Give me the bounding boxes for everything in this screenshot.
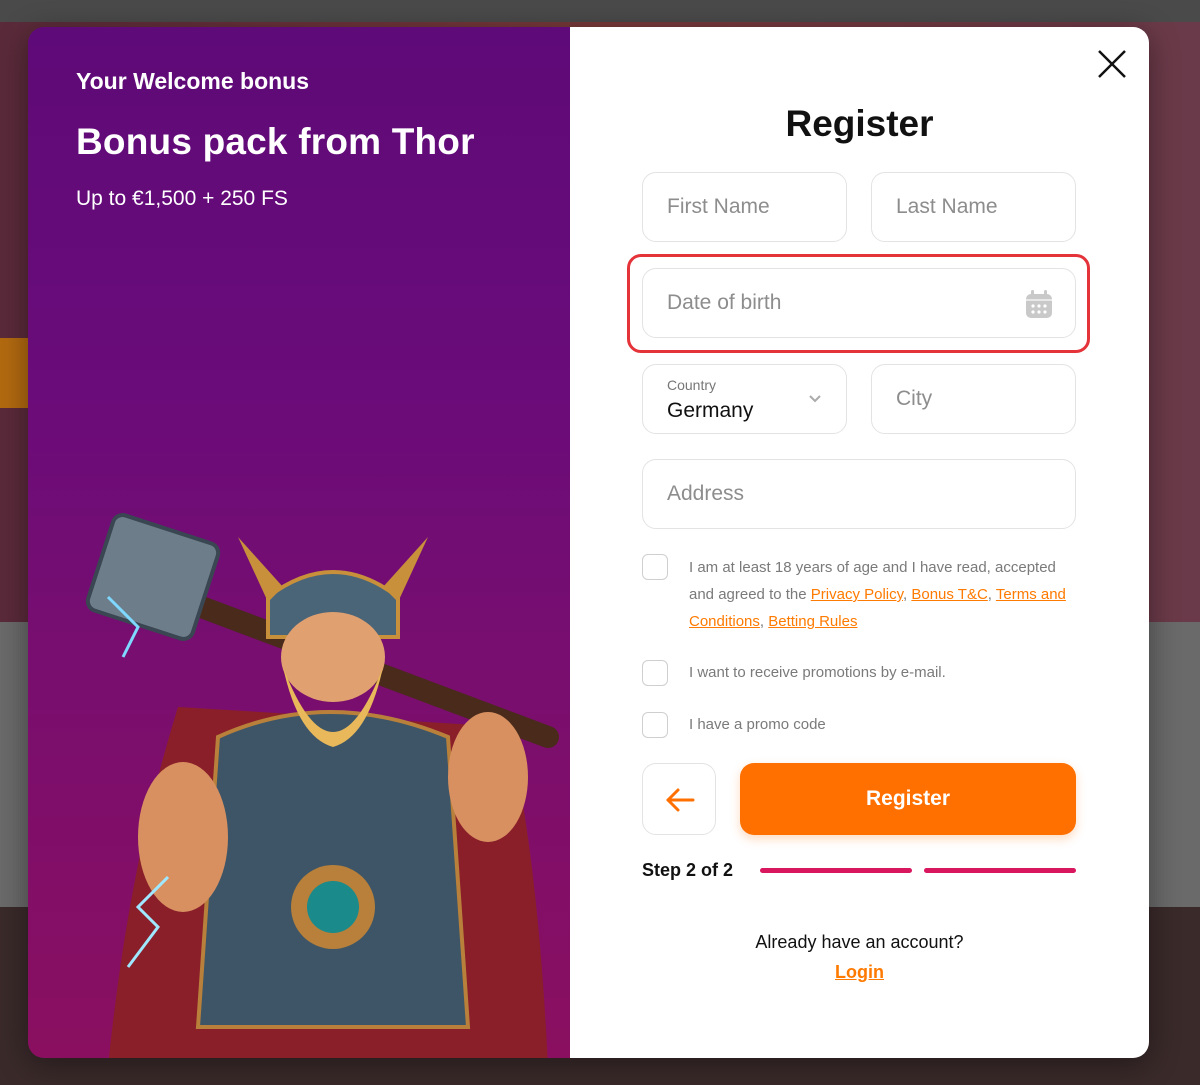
promo-eyebrow: Your Welcome bonus	[76, 68, 310, 94]
last-name-field[interactable]: Last Name	[871, 172, 1076, 242]
bonus-tc-link[interactable]: Bonus T&C	[911, 586, 987, 603]
already-account-text: Already have an account?	[755, 932, 964, 952]
promotions-checkbox[interactable]	[642, 660, 668, 686]
close-icon	[1098, 50, 1126, 78]
form-title: Register	[785, 103, 934, 144]
back-button[interactable]	[642, 763, 716, 835]
background-topbar	[0, 0, 1200, 22]
last-name-placeholder: Last Name	[896, 195, 998, 218]
address-placeholder: Address	[667, 482, 745, 505]
betting-rules-link[interactable]: Betting Rules	[768, 613, 857, 630]
promo-offer: Up to €1,500 + 250 FS	[76, 187, 288, 210]
form-panel: Register First Name Last Name Date of bi…	[570, 27, 1149, 1058]
promo-code-checkbox[interactable]	[642, 712, 668, 738]
country-value: Germany	[667, 399, 754, 422]
date-of-birth-field[interactable]: Date of birth	[642, 268, 1076, 338]
login-link[interactable]: Login	[835, 962, 884, 982]
step-indicator: Step 2 of 2	[642, 860, 734, 880]
terms-text: I am at least 18 years of age and I have…	[689, 559, 1066, 630]
promotions-label: I want to receive promotions by e-mail.	[689, 664, 946, 681]
promo-code-label: I have a promo code	[689, 716, 826, 733]
close-button[interactable]	[1095, 47, 1129, 81]
terms-checkbox-row: I am at least 18 years of age and I have…	[642, 554, 1069, 635]
background-cta-button	[0, 338, 30, 408]
country-select[interactable]: Country Germany	[642, 364, 847, 434]
arrow-left-icon	[666, 788, 695, 812]
register-modal: Your Welcome bonus Bonus pack from Thor …	[28, 27, 1149, 1058]
privacy-policy-link[interactable]: Privacy Policy	[811, 586, 903, 603]
dob-placeholder: Date of birth	[667, 291, 782, 314]
promo-panel: Your Welcome bonus Bonus pack from Thor …	[28, 27, 570, 1058]
city-field[interactable]: City	[871, 364, 1076, 434]
thor-illustration	[85, 513, 559, 1058]
promo-code-checkbox-row: I have a promo code	[642, 712, 1069, 738]
step-1-bar	[760, 868, 912, 873]
promotions-checkbox-row: I want to receive promotions by e-mail.	[642, 660, 1069, 686]
city-placeholder: City	[896, 387, 933, 410]
chevron-down-icon	[809, 395, 821, 403]
country-label: Country	[667, 377, 717, 393]
login-link-wrap: Login	[570, 962, 1149, 983]
promo-headline: Bonus pack from Thor	[76, 121, 475, 162]
register-button[interactable]: Register	[740, 763, 1076, 835]
address-field[interactable]: Address	[642, 459, 1076, 529]
first-name-placeholder: First Name	[667, 195, 770, 218]
calendar-icon[interactable]	[1025, 289, 1053, 319]
first-name-field[interactable]: First Name	[642, 172, 847, 242]
terms-checkbox[interactable]	[642, 554, 668, 580]
step-2-bar	[924, 868, 1076, 873]
